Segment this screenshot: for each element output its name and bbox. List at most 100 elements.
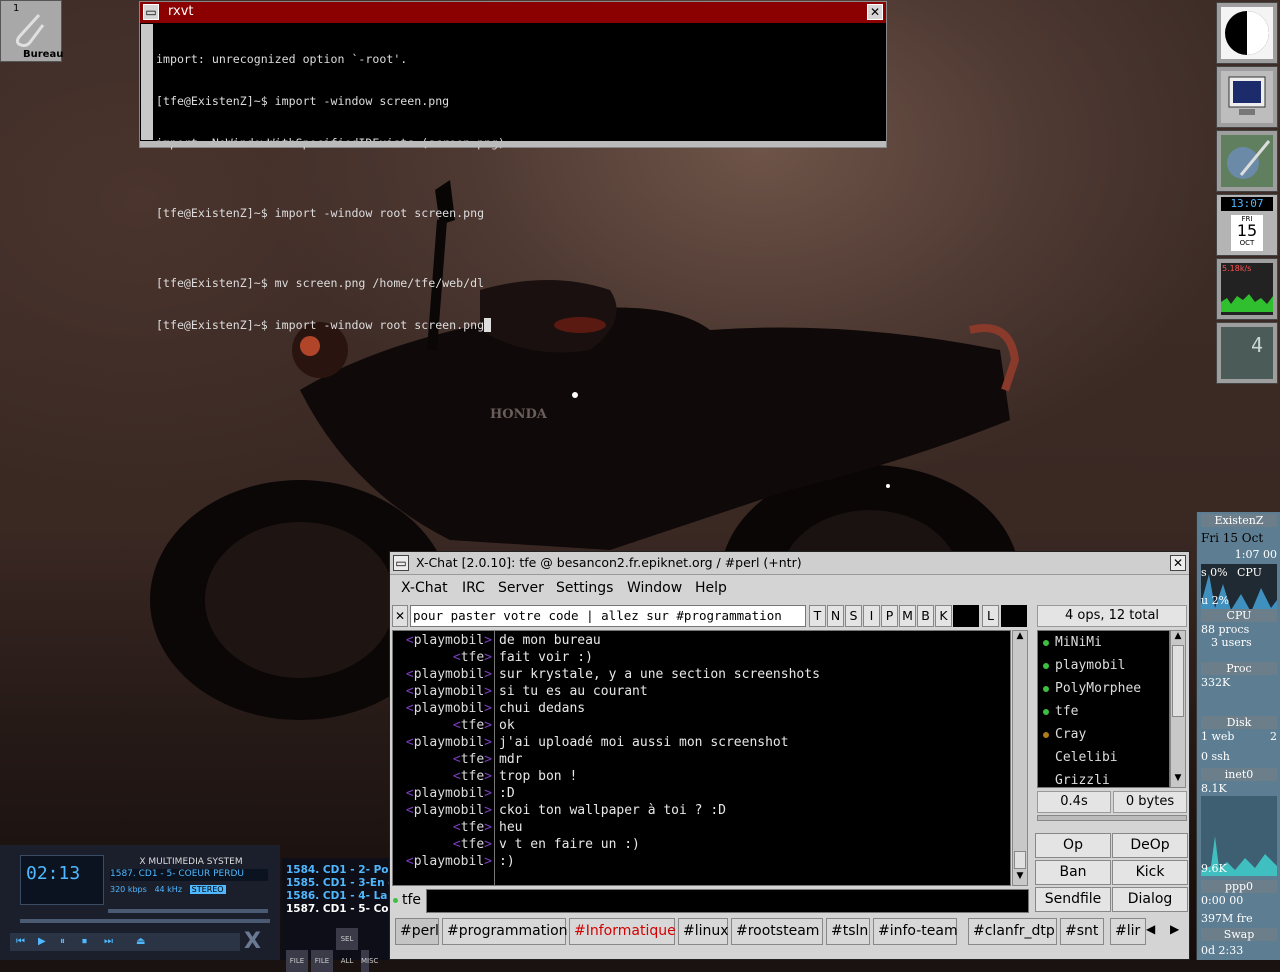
play-icon[interactable]: ▶ xyxy=(38,936,46,947)
chat-nick[interactable]: <tfe> xyxy=(453,751,492,768)
chat-nick[interactable]: <tfe> xyxy=(453,819,492,836)
rxvt-terminal-window[interactable]: ▭ rxvt ✕ import: unrecognized option `-r… xyxy=(139,1,887,332)
dock-app-monitor[interactable] xyxy=(1216,66,1278,128)
playlist-item[interactable]: 1586. CD1 - 4- La pé xyxy=(286,890,390,902)
chat-nick[interactable]: <tfe> xyxy=(453,717,492,734)
tab-clanfr-dtp[interactable]: #clanfr_dtp xyxy=(968,918,1057,945)
mode-b-button[interactable]: B xyxy=(917,605,934,627)
limit-field[interactable] xyxy=(1001,605,1027,627)
scroll-thumb[interactable] xyxy=(1014,851,1026,869)
user-list[interactable]: MiNiMi playmobil PolyMorphee tfe Cray Celelib… xyxy=(1037,630,1170,788)
chat-nick[interactable]: <tfe> xyxy=(453,768,492,785)
chat-nick[interactable]: <playmobil> xyxy=(406,683,492,700)
xmms-seek-bar[interactable] xyxy=(20,919,270,923)
mode-k-button[interactable]: K xyxy=(935,605,952,627)
mode-i-button[interactable]: I xyxy=(863,605,880,627)
tab-informatique[interactable]: #Informatique xyxy=(569,918,676,945)
user-list-item[interactable]: MiNiMi xyxy=(1038,631,1169,654)
tab-perl[interactable]: #perl xyxy=(395,918,439,945)
user-list-item[interactable]: tfe xyxy=(1038,700,1169,723)
playlist-select-all-button[interactable]: SEL ALL xyxy=(336,928,358,965)
menu-settings[interactable]: Settings xyxy=(556,580,613,596)
playlist-item[interactable]: 1585. CD1 - 3-En clo xyxy=(286,877,390,889)
dialog-button[interactable]: Dialog xyxy=(1112,887,1188,912)
chat-nick[interactable]: <playmobil> xyxy=(406,785,492,802)
user-list-item[interactable]: Grizzli xyxy=(1038,769,1169,787)
xmms-song-title[interactable]: 1587. CD1 - 5- COEUR PERDU xyxy=(110,869,268,881)
kick-button[interactable]: Kick xyxy=(1112,860,1188,885)
chat-nick[interactable]: <tfe> xyxy=(453,836,492,853)
chat-nick[interactable]: <tfe> xyxy=(453,649,492,666)
input-nick-label[interactable]: tfe xyxy=(402,892,421,908)
pause-icon[interactable]: ⏸ xyxy=(60,936,65,947)
stop-icon[interactable]: ⏹ xyxy=(82,936,87,947)
mode-m-button[interactable]: M xyxy=(899,605,916,627)
playlist-misc-button[interactable]: MISC xyxy=(361,950,378,972)
playlist-item-current[interactable]: 1587. CD1 - 5- Coeu xyxy=(286,903,390,915)
tab-linux[interactable]: #linux xyxy=(678,918,729,945)
chat-nick[interactable]: <playmobil> xyxy=(406,853,492,870)
prev-icon[interactable]: ⏮ xyxy=(16,936,25,947)
scroll-up-icon[interactable]: ▲ xyxy=(1013,631,1027,645)
tab-info-team[interactable]: #info-team xyxy=(873,918,958,945)
eject-icon[interactable]: ⏏ xyxy=(136,936,145,947)
chat-nick[interactable]: <playmobil> xyxy=(406,802,492,819)
tab-scroll-left-icon[interactable]: ◀ xyxy=(1146,922,1155,936)
xchat-titlebar[interactable]: ▭ X-Chat [2.0.10]: tfe @ besancon2.fr.ep… xyxy=(390,552,1189,575)
chat-nick[interactable]: <playmobil> xyxy=(406,700,492,717)
window-menu-icon[interactable]: ▭ xyxy=(143,4,159,20)
key-field[interactable] xyxy=(953,605,979,627)
menu-help[interactable]: Help xyxy=(695,580,727,596)
op-button[interactable]: Op xyxy=(1035,833,1111,858)
menu-window[interactable]: Window xyxy=(627,580,682,596)
terminal-output[interactable]: import: unrecognized option `-root'. [tf… xyxy=(156,24,876,332)
xchat-window[interactable]: ▭ X-Chat [2.0.10]: tfe @ besancon2.fr.ep… xyxy=(389,551,1190,960)
chat-text-area[interactable]: <playmobil> de mon bureau <tfe> fait voir :… xyxy=(392,630,1011,886)
terminal-scrollbar[interactable] xyxy=(141,24,153,140)
dock-app-debian[interactable] xyxy=(1216,2,1278,64)
ban-button[interactable]: Ban xyxy=(1035,860,1111,885)
menu-server[interactable]: Server xyxy=(498,580,544,596)
message-input[interactable] xyxy=(426,889,1029,913)
chat-nick[interactable]: <playmobil> xyxy=(406,666,492,683)
mode-l-button[interactable]: L xyxy=(982,605,999,627)
dock-app-graphics[interactable] xyxy=(1216,130,1278,192)
userlist-scrollbar[interactable]: ▲ ▼ xyxy=(1170,630,1186,788)
scroll-down-icon[interactable]: ▼ xyxy=(1171,773,1185,787)
playlist-item[interactable]: 1584. CD1 - 2- Poch xyxy=(286,864,390,876)
tab-rootsteam[interactable]: #rootsteam xyxy=(731,918,823,945)
topic-close-button[interactable]: ✕ xyxy=(392,605,408,627)
scroll-thumb[interactable] xyxy=(1172,645,1184,717)
user-list-item[interactable]: Celelibi xyxy=(1038,746,1169,769)
xmms-volume-slider[interactable] xyxy=(108,909,268,913)
tab-scroll-right-icon[interactable]: ▶ xyxy=(1170,922,1179,936)
tab-tsln[interactable]: #tsln xyxy=(826,918,870,945)
menu-irc[interactable]: IRC xyxy=(462,580,485,596)
mode-p-button[interactable]: P xyxy=(881,605,898,627)
mode-t-button[interactable]: T xyxy=(809,605,826,627)
chat-nick[interactable]: <playmobil> xyxy=(406,734,492,751)
tab-programmation[interactable]: #programmation xyxy=(442,918,568,945)
tab-lir[interactable]: #lir xyxy=(1110,918,1146,945)
mode-n-button[interactable]: N xyxy=(827,605,844,627)
scroll-down-icon[interactable]: ▼ xyxy=(1013,871,1027,885)
user-list-item[interactable]: Cray xyxy=(1038,723,1169,746)
menu-xchat[interactable]: X-Chat xyxy=(401,580,448,596)
rxvt-titlebar[interactable]: ▭ rxvt ✕ xyxy=(140,2,886,23)
deop-button[interactable]: DeOp xyxy=(1112,833,1188,858)
close-icon[interactable]: ✕ xyxy=(867,4,883,20)
tab-snt[interactable]: #snt xyxy=(1060,918,1104,945)
mode-s-button[interactable]: S xyxy=(845,605,862,627)
sendfile-button[interactable]: Sendfile xyxy=(1035,887,1111,912)
close-icon[interactable]: ✕ xyxy=(1170,555,1186,571)
next-icon[interactable]: ⏭ xyxy=(104,936,113,947)
window-menu-icon[interactable]: ▭ xyxy=(393,555,409,571)
chat-nick[interactable]: <playmobil> xyxy=(406,632,492,649)
workspace-pager[interactable]: 1 Bureau xyxy=(0,0,63,62)
chat-scrollbar[interactable]: ▲ ▼ xyxy=(1012,630,1028,886)
xmms-player[interactable]: 02:13 X MULTIMEDIA SYSTEM 1587. CD1 - 5-… xyxy=(0,845,280,960)
topic-field[interactable]: pour paster votre code | allez sur #prog… xyxy=(410,605,806,627)
user-list-item[interactable]: playmobil xyxy=(1038,654,1169,677)
playlist-add-file-button[interactable]: FILE xyxy=(286,950,308,972)
user-list-item[interactable]: PolyMorphee xyxy=(1038,677,1169,700)
